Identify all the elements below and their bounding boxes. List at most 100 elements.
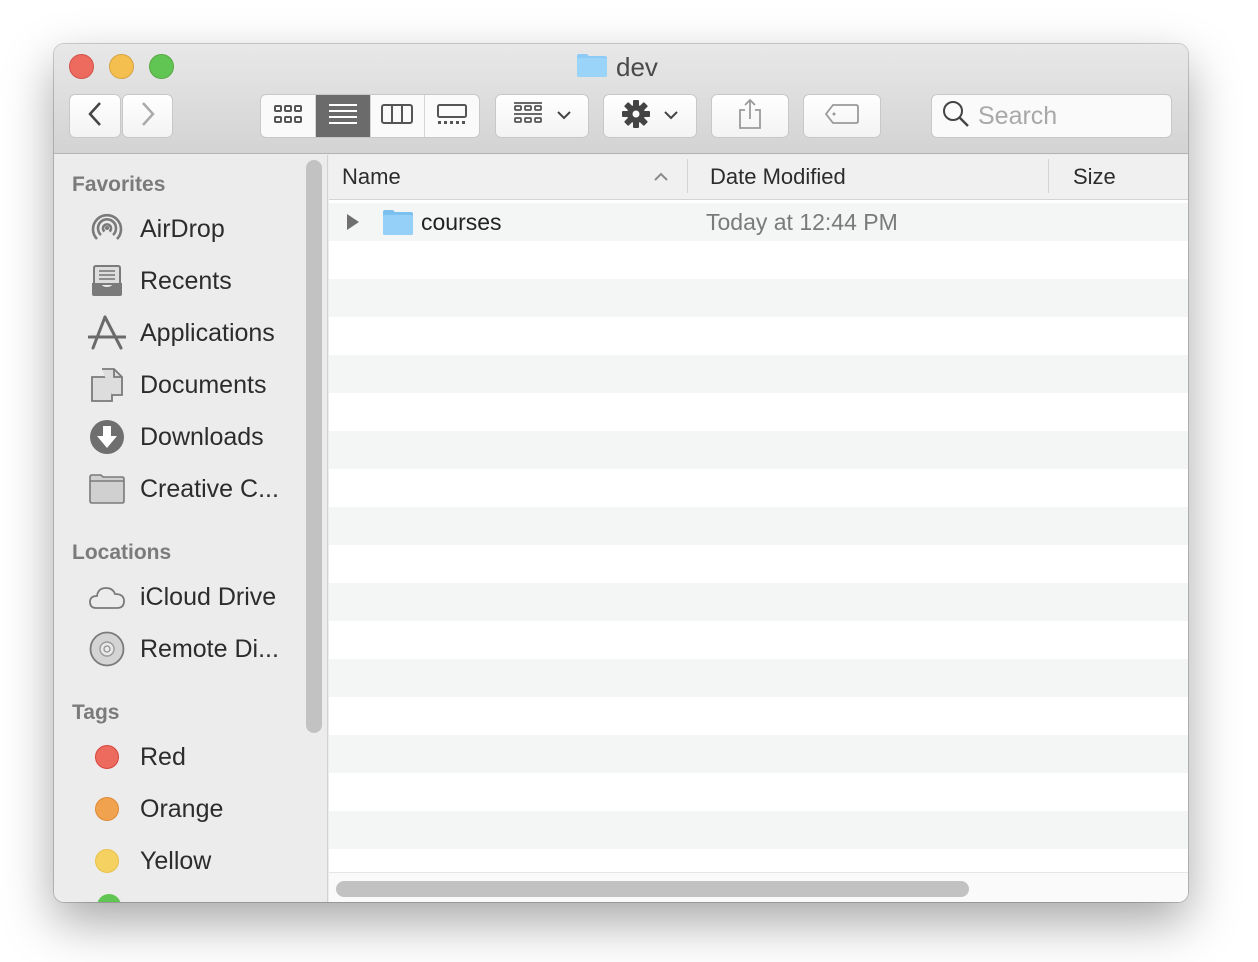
empty-row bbox=[329, 279, 1188, 317]
cloud-icon bbox=[88, 578, 126, 616]
finder-window: dev Search Favorites AirDrop Recents App… bbox=[54, 44, 1188, 902]
sidebar-heading-locations: Locations bbox=[72, 541, 172, 564]
column-header-size[interactable]: Size bbox=[1073, 155, 1183, 199]
tag-icon bbox=[824, 103, 860, 130]
folder-icon bbox=[382, 208, 414, 241]
empty-row bbox=[329, 659, 1188, 697]
back-button[interactable] bbox=[69, 94, 121, 138]
sidebar-item-airdrop[interactable]: AirDrop bbox=[88, 209, 308, 249]
empty-row bbox=[329, 317, 1188, 355]
chevron-left-icon bbox=[86, 101, 104, 132]
sidebar-item-recents[interactable]: Recents bbox=[88, 261, 308, 301]
chevron-down-icon bbox=[557, 107, 571, 125]
table-row[interactable]: courses Today at 12:44 PM bbox=[329, 203, 1188, 241]
sidebar-item-documents[interactable]: Documents bbox=[88, 365, 308, 405]
folder-icon bbox=[88, 470, 126, 508]
sidebar-item-label: Documents bbox=[140, 370, 267, 399]
gallery-icon bbox=[437, 103, 468, 130]
sidebar-item-label: Remote Di... bbox=[140, 634, 279, 663]
sidebar-item-applications[interactable]: Applications bbox=[88, 313, 308, 353]
sidebar-item-label: Yellow bbox=[140, 846, 212, 875]
empty-row bbox=[329, 469, 1188, 507]
sidebar-tag-orange[interactable]: Orange bbox=[88, 789, 308, 829]
forward-button[interactable] bbox=[122, 94, 173, 138]
close-button[interactable] bbox=[69, 54, 94, 79]
empty-row bbox=[329, 735, 1188, 773]
recents-icon bbox=[88, 262, 126, 300]
airdrop-icon bbox=[88, 210, 126, 248]
columns-icon bbox=[381, 103, 414, 130]
chevron-down-icon bbox=[664, 107, 678, 125]
file-date-modified: Today at 12:44 PM bbox=[706, 209, 898, 235]
file-list: Name Date Modified Size courses Today at… bbox=[329, 155, 1188, 902]
sidebar-item-label: Downloads bbox=[140, 422, 264, 451]
sidebar-item-label: AirDrop bbox=[140, 214, 225, 243]
empty-row bbox=[329, 393, 1188, 431]
sidebar-item-label: Creative C... bbox=[140, 474, 279, 503]
sidebar-scrollbar[interactable] bbox=[306, 160, 322, 733]
file-name: courses bbox=[421, 209, 502, 235]
empty-row bbox=[329, 697, 1188, 735]
sidebar: Favorites AirDrop Recents Applications D… bbox=[54, 155, 328, 902]
applications-icon bbox=[88, 314, 126, 352]
list-icon bbox=[328, 103, 358, 130]
list-rows: courses Today at 12:44 PM bbox=[329, 203, 1188, 887]
sidebar-item-label: Red bbox=[140, 742, 186, 771]
sidebar-heading-favorites: Favorites bbox=[72, 173, 166, 196]
empty-row bbox=[329, 811, 1188, 849]
tag-color-dot bbox=[88, 842, 126, 880]
icon-view-button[interactable] bbox=[261, 95, 316, 137]
empty-row bbox=[329, 431, 1188, 469]
column-divider[interactable] bbox=[687, 159, 688, 193]
group-button[interactable] bbox=[495, 94, 589, 138]
list-view-button[interactable] bbox=[315, 95, 371, 137]
column-view-button[interactable] bbox=[371, 95, 426, 137]
disc-icon bbox=[88, 630, 126, 668]
grid-icon bbox=[273, 103, 303, 130]
empty-row bbox=[329, 773, 1188, 811]
sidebar-item-icloud-drive[interactable]: iCloud Drive bbox=[88, 577, 308, 617]
column-header-name[interactable]: Name bbox=[342, 155, 672, 199]
sidebar-item-downloads[interactable]: Downloads bbox=[88, 417, 308, 457]
group-icon bbox=[513, 101, 543, 131]
column-divider[interactable] bbox=[1048, 159, 1049, 193]
title-bar: dev bbox=[54, 44, 1188, 154]
sidebar-item-label: iCloud Drive bbox=[140, 582, 277, 611]
disclosure-triangle-icon[interactable] bbox=[345, 213, 361, 236]
sidebar-tag-red[interactable]: Red bbox=[88, 737, 308, 777]
sidebar-item-label: Applications bbox=[140, 318, 275, 347]
search-field[interactable] bbox=[931, 94, 1172, 138]
share-button[interactable] bbox=[711, 94, 789, 138]
search-icon bbox=[942, 100, 970, 133]
sidebar-item-label: Orange bbox=[140, 794, 224, 823]
horizontal-scrollbar[interactable] bbox=[336, 881, 969, 897]
column-header-date-modified[interactable]: Date Modified bbox=[710, 155, 1040, 199]
tag-color-dot bbox=[88, 790, 126, 828]
tag-button[interactable] bbox=[803, 94, 881, 138]
empty-row bbox=[329, 241, 1188, 279]
zoom-button[interactable] bbox=[149, 54, 174, 79]
gear-icon bbox=[622, 99, 650, 133]
folder-icon bbox=[576, 52, 608, 83]
horizontal-scrollbar-track bbox=[329, 872, 1188, 902]
search-input[interactable] bbox=[978, 101, 1158, 131]
action-button[interactable] bbox=[603, 94, 697, 138]
sidebar-item-label: Recents bbox=[140, 266, 232, 295]
empty-row bbox=[329, 583, 1188, 621]
minimize-button[interactable] bbox=[109, 54, 134, 79]
tag-color-dot bbox=[88, 738, 126, 776]
window-title: dev bbox=[576, 52, 658, 83]
view-mode-control bbox=[260, 94, 480, 138]
list-header: Name Date Modified Size bbox=[329, 155, 1188, 200]
empty-row bbox=[329, 507, 1188, 545]
gallery-view-button[interactable] bbox=[425, 95, 479, 137]
sidebar-tag-yellow[interactable]: Yellow bbox=[88, 841, 308, 881]
empty-row bbox=[329, 621, 1188, 659]
empty-row bbox=[329, 545, 1188, 583]
sidebar-item-remote-disc[interactable]: Remote Di... bbox=[88, 629, 308, 669]
sidebar-item-creative-cloud[interactable]: Creative C... bbox=[88, 469, 308, 509]
share-icon bbox=[737, 98, 763, 135]
downloads-icon bbox=[88, 418, 126, 456]
sidebar-tag-green-partial[interactable] bbox=[97, 894, 121, 902]
window-title-text: dev bbox=[616, 52, 658, 82]
